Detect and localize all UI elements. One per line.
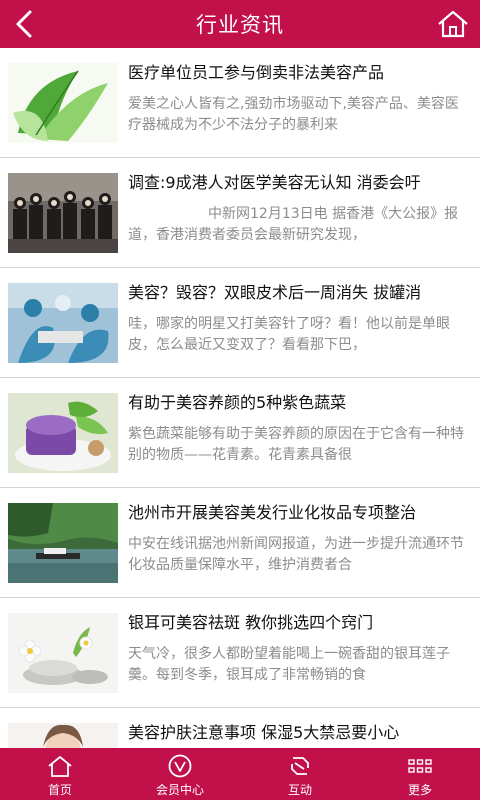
- tab-interaction[interactable]: 互动: [240, 748, 360, 800]
- bottom-tab-bar: 首页 会员中心 互动 更多: [0, 748, 480, 800]
- news-thumbnail: [8, 62, 118, 143]
- news-list: 医疗单位员工参与倒卖非法美容产品 爱美之心人皆有之,强劲市场驱动下,美容产品、美…: [0, 48, 480, 748]
- header-bar: 行业资讯: [0, 0, 480, 48]
- news-title: 银耳可美容祛斑 教你挑选四个窍门: [128, 613, 374, 632]
- news-thumbnail: [8, 172, 118, 253]
- news-item[interactable]: 池州市开展美容美发行业化妆品专项整治 中安在线讯据池州新闻网报道，为进一步提升流…: [0, 488, 480, 598]
- news-summary: 紫色蔬菜能够有助于美容养颜的原因在于它含有一种特别的物质——花青素。花青素具备很: [128, 426, 464, 463]
- tab-home[interactable]: 首页: [0, 748, 120, 800]
- news-title: 医疗单位员工参与倒卖非法美容产品: [128, 63, 385, 82]
- news-title: 调查:9成港人对医学美容无认知 消委会吁: [128, 173, 421, 192]
- news-summary: 中新网12月13日电 据香港《大公报》报道，香港消费者委员会最新研究发现，: [128, 206, 459, 243]
- news-thumbnail: [8, 282, 118, 363]
- news-item[interactable]: 调查:9成港人对医学美容无认知 消委会吁 中新网12月13日电 据香港《大公报》…: [0, 158, 480, 268]
- news-item[interactable]: 美容护肤注意事项 保湿5大禁忌要小心: [0, 708, 480, 748]
- news-thumbnail: [8, 722, 118, 748]
- back-arrow-icon[interactable]: [10, 8, 42, 40]
- home-icon: [48, 756, 72, 777]
- tab-label: 首页: [47, 783, 72, 797]
- news-thumbnail: [8, 502, 118, 583]
- news-title: 美容护肤注意事项 保湿5大禁忌要小心: [128, 723, 400, 742]
- tab-label: 会员中心: [155, 783, 204, 797]
- news-item[interactable]: 银耳可美容祛斑 教你挑选四个窍门 天气冷，很多人都盼望着能喝上一碗香甜的银耳莲子…: [0, 598, 480, 708]
- home-icon[interactable]: [436, 8, 470, 40]
- interaction-icon: [291, 757, 309, 775]
- news-summary: 哇，哪家的明星又打美容针了呀？看！他以前是单眼皮，怎么最近又变双了？看看那下巴，: [128, 316, 450, 353]
- more-grid-icon: [408, 759, 432, 773]
- news-item[interactable]: 美容？毁容？双眼皮术后一周消失 拔罐消 哇，哪家的明星又打美容针了呀？看！他以前…: [0, 268, 480, 378]
- tab-member-center[interactable]: 会员中心: [120, 748, 240, 800]
- news-thumbnail: [8, 392, 118, 473]
- tab-label: 更多: [407, 783, 432, 797]
- news-summary: 中安在线讯据池州新闻网报道，为进一步提升流通环节化妆品质量保障水平，维护消费者合: [128, 536, 464, 573]
- tab-label: 互动: [287, 783, 312, 797]
- member-v-icon: [168, 754, 192, 778]
- news-summary: 天气冷，很多人都盼望着能喝上一碗香甜的银耳莲子羹。每到冬季，银耳成了非常畅销的食: [128, 646, 450, 683]
- news-item[interactable]: 有助于美容养颜的5种紫色蔬菜 紫色蔬菜能够有助于美容养颜的原因在于它含有一种特别…: [0, 378, 480, 488]
- news-title: 有助于美容养颜的5种紫色蔬菜: [128, 393, 347, 412]
- news-thumbnail: [8, 612, 118, 693]
- news-item[interactable]: 医疗单位员工参与倒卖非法美容产品 爱美之心人皆有之,强劲市场驱动下,美容产品、美…: [0, 48, 480, 158]
- page-title: 行业资讯: [196, 13, 284, 37]
- news-title: 美容？毁容？双眼皮术后一周消失 拔罐消: [128, 283, 422, 302]
- news-title: 池州市开展美容美发行业化妆品专项整治: [128, 503, 417, 522]
- tab-more[interactable]: 更多: [360, 748, 480, 800]
- news-summary: 爱美之心人皆有之,强劲市场驱动下,美容产品、美容医疗器械成为不少不法分子的暴利来: [128, 96, 459, 133]
